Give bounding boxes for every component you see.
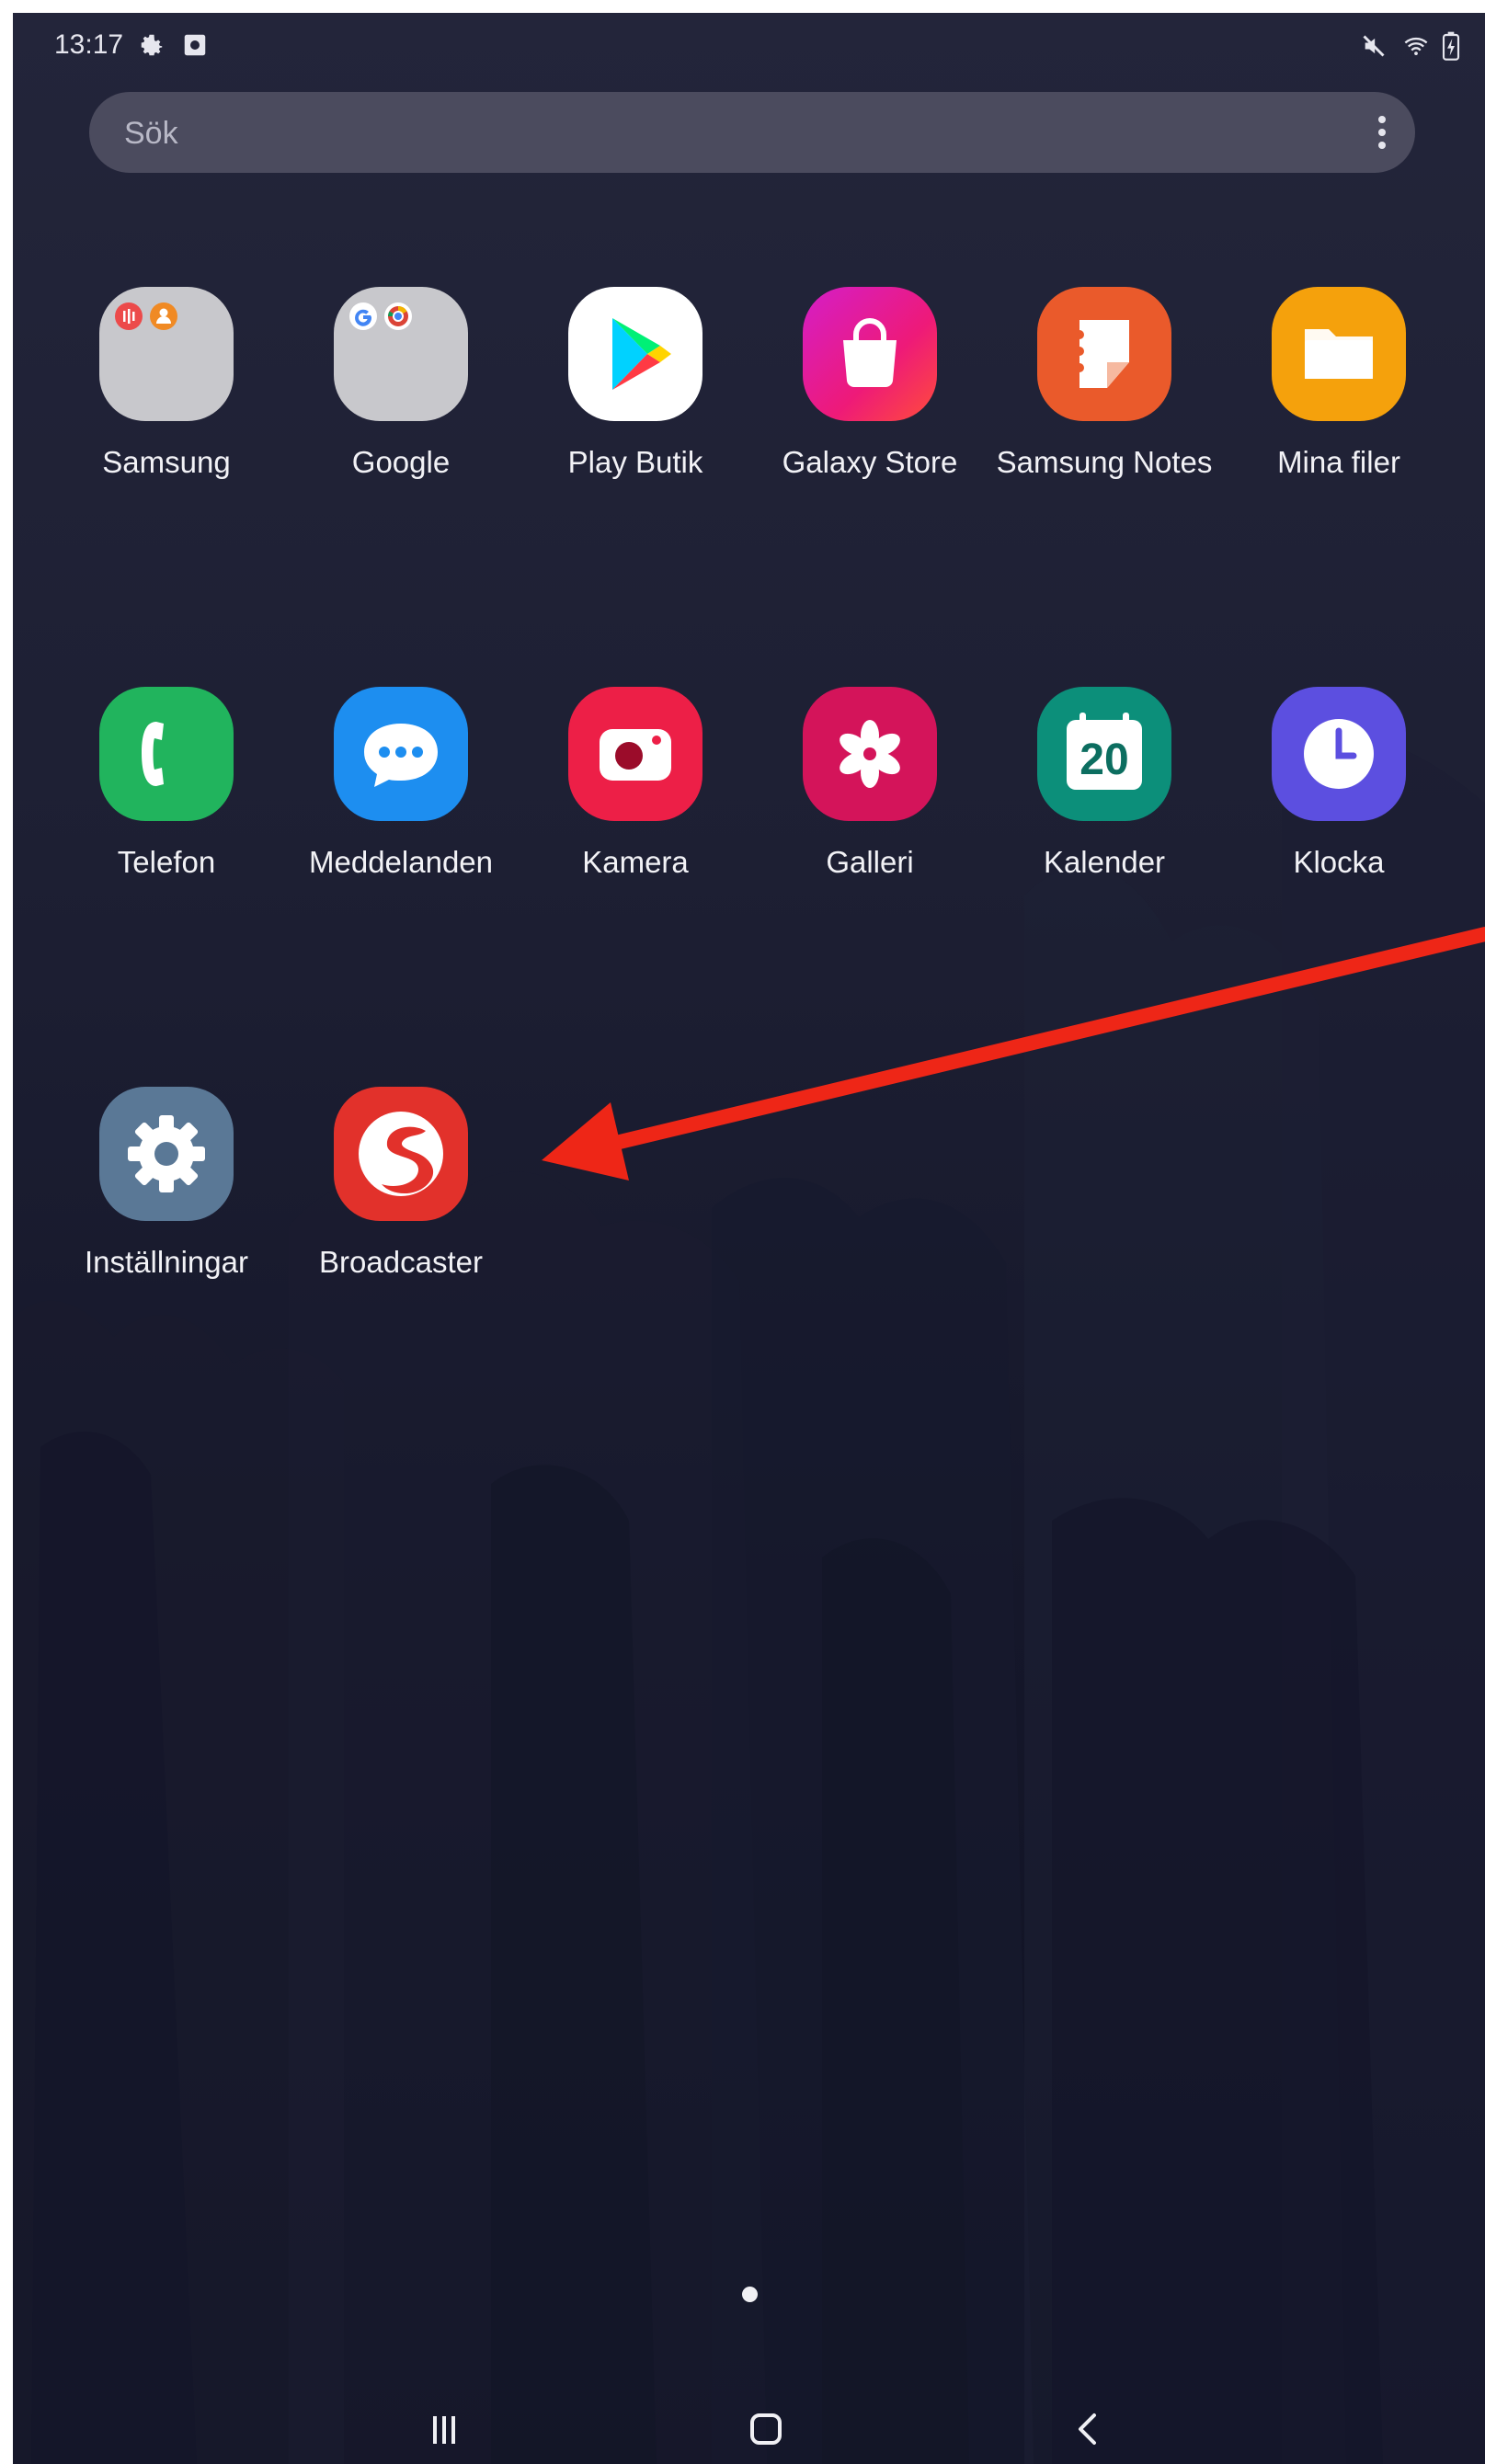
app-label: Meddelanden xyxy=(309,845,493,879)
app-label: Broadcaster xyxy=(319,1245,483,1279)
app-label: Google xyxy=(351,445,451,479)
calendar-day: 20 xyxy=(1079,736,1129,784)
samsung-notes-icon xyxy=(1037,287,1171,421)
gallery-flower-icon xyxy=(803,687,937,821)
screen-record-icon xyxy=(184,34,206,56)
screen: 13:17 Samsung Google Play Butik Galaxy S xyxy=(13,13,1485,2464)
app-label: Galaxy Store xyxy=(782,445,958,479)
app-galaxy-store[interactable]: Galaxy Store xyxy=(755,287,985,508)
app-galleri[interactable]: Galleri xyxy=(755,687,985,907)
status-bar: 13:17 xyxy=(13,13,1485,77)
status-time: 13:17 xyxy=(54,29,124,60)
navigation-bar xyxy=(13,2394,1485,2464)
calendar-icon: 20 xyxy=(1037,687,1171,821)
home-icon xyxy=(750,2413,782,2445)
app-samsung[interactable]: Samsung xyxy=(51,287,281,508)
app-klocka[interactable]: Klocka xyxy=(1224,687,1454,907)
app-google[interactable]: Google xyxy=(286,287,516,508)
app-installningar[interactable]: Inställningar xyxy=(51,1087,281,1307)
search-bar[interactable] xyxy=(89,92,1415,175)
app-label: Samsung xyxy=(102,445,231,479)
app-label: Samsung Notes xyxy=(996,445,1213,479)
app-label: Inställningar xyxy=(85,1245,248,1279)
clock-icon xyxy=(1272,687,1406,821)
app-label: Mina filer xyxy=(1277,445,1400,479)
gear-icon xyxy=(141,34,163,56)
app-play-butik[interactable]: Play Butik xyxy=(520,287,750,508)
phone-icon xyxy=(99,687,234,821)
app-label: Kamera xyxy=(582,845,689,879)
app-telefon[interactable]: Telefon xyxy=(51,687,281,907)
app-mina-filer[interactable]: Mina filer xyxy=(1224,287,1454,508)
home-button[interactable] xyxy=(711,2394,821,2464)
play-store-icon xyxy=(568,287,703,421)
camera-icon xyxy=(568,687,703,821)
app-label: Play Butik xyxy=(567,445,703,479)
messages-icon xyxy=(334,687,468,821)
app-label: Telefon xyxy=(117,845,216,879)
app-samsung-notes[interactable]: Samsung Notes xyxy=(989,287,1219,508)
recent-apps-button[interactable] xyxy=(389,2394,499,2464)
app-label: Kalender xyxy=(1043,845,1166,879)
settings-gear-icon xyxy=(99,1087,234,1221)
search-input[interactable] xyxy=(122,92,1321,175)
mute-icon xyxy=(1363,35,1385,57)
app-label: Galleri xyxy=(826,845,914,879)
page-indicator-dot[interactable] xyxy=(742,2287,758,2302)
wifi-icon xyxy=(1404,37,1428,56)
app-label: Klocka xyxy=(1293,845,1385,879)
back-button[interactable] xyxy=(1033,2394,1143,2464)
galaxy-store-icon xyxy=(803,287,937,421)
app-kamera[interactable]: Kamera xyxy=(520,687,750,907)
app-broadcaster[interactable]: Broadcaster xyxy=(286,1087,516,1307)
samsung-folder-icon xyxy=(99,287,234,421)
recent-apps-icon xyxy=(433,2416,455,2444)
battery-charging-icon xyxy=(1442,31,1460,61)
more-vert-icon[interactable] xyxy=(1373,112,1391,153)
app-meddelanden[interactable]: Meddelanden xyxy=(286,687,516,907)
back-icon xyxy=(1079,2413,1096,2445)
folder-icon xyxy=(1272,287,1406,421)
app-kalender[interactable]: 20 Kalender xyxy=(989,687,1219,907)
google-folder-icon xyxy=(334,287,468,421)
broadcaster-icon xyxy=(334,1087,468,1221)
